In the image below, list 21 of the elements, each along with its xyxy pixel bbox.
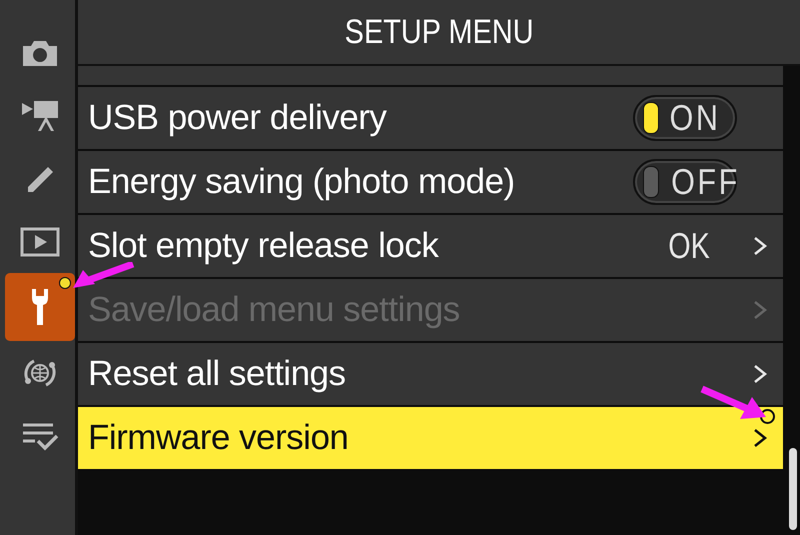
menu-row[interactable]: Slot empty release lock OK <box>78 215 783 277</box>
chevron-icon <box>753 363 767 385</box>
playback-icon <box>20 226 60 256</box>
menu-row[interactable]: Reset all settings <box>78 343 783 405</box>
scrollbar-thumb[interactable] <box>789 448 797 530</box>
row-label: USB power delivery <box>88 98 386 138</box>
toggle-switch[interactable]: ON <box>633 95 737 141</box>
chevron-icon <box>753 299 767 321</box>
menu-tab[interactable] <box>4 273 74 341</box>
row-label: Energy saving (photo mode) <box>88 162 515 202</box>
row-label: Reset all settings <box>88 354 346 394</box>
row-value: OK <box>668 225 710 267</box>
toggle-switch[interactable]: OFF <box>633 159 737 205</box>
menu-row[interactable]: USB power delivery ON <box>78 87 783 149</box>
menu-row[interactable]: Energy saving (photo mode) OFF <box>78 151 783 213</box>
menu-row[interactable]: Firmware version <box>78 407 783 469</box>
chevron-icon <box>753 235 767 257</box>
chevron-icon <box>753 427 767 449</box>
row-label: Slot empty release lock <box>88 226 438 266</box>
menu-title: SETUP MENU <box>344 12 534 52</box>
row-label: Firmware version <box>88 418 348 458</box>
